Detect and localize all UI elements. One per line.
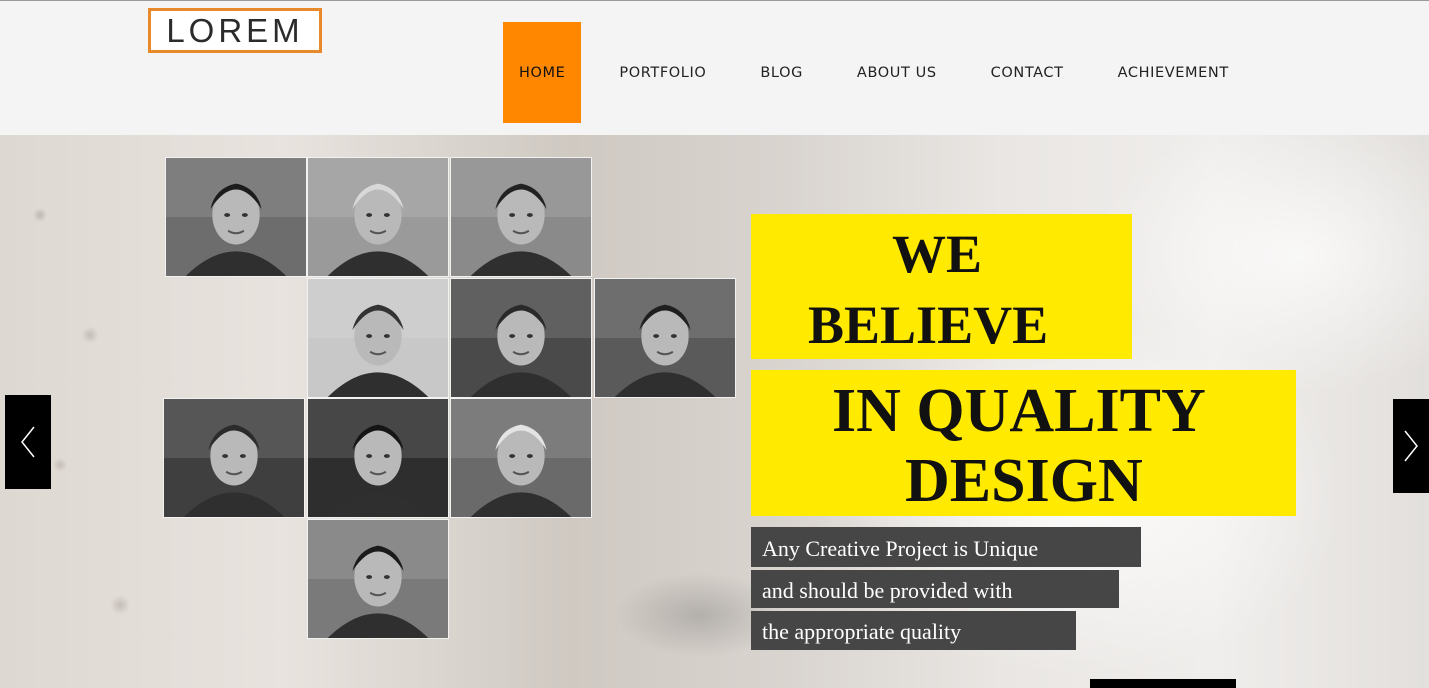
slider-prev-button[interactable] <box>5 395 51 489</box>
portrait-image <box>451 158 591 276</box>
subtext-line-1: Any Creative Project is Unique <box>762 536 1039 561</box>
portrait-image <box>308 520 448 638</box>
team-photo <box>307 519 449 639</box>
headline-line-4: DESIGN <box>905 447 1143 515</box>
nav-portfolio[interactable]: PORTFOLIO <box>603 22 722 123</box>
subtext-line-3: the appropriate quality <box>762 619 962 644</box>
team-photo <box>307 157 449 277</box>
team-photo <box>594 278 736 398</box>
logo-text: LOREM <box>166 11 304 49</box>
portrait-image <box>308 399 448 517</box>
portrait-image <box>595 279 735 397</box>
portrait-image <box>308 279 448 397</box>
slider-next-button[interactable] <box>1393 399 1429 493</box>
portrait-image <box>451 279 591 397</box>
team-photo <box>307 278 449 398</box>
headline-line-1: WE <box>892 224 983 284</box>
portrait-image <box>451 399 591 517</box>
site-header: LOREM HOME PORTFOLIO BLOG ABOUT US CONTA… <box>0 0 1429 135</box>
logo[interactable]: LOREM <box>148 8 322 53</box>
chevron-right-icon <box>1404 430 1418 462</box>
nav-about-us[interactable]: ABOUT US <box>841 22 953 123</box>
team-photo <box>450 398 592 518</box>
nav-achievement[interactable]: ACHIEVEMENT <box>1102 22 1245 123</box>
team-photo <box>450 278 592 398</box>
team-photo <box>450 157 592 277</box>
portrait-image <box>166 158 306 276</box>
portrait-image <box>308 158 448 276</box>
nav-home[interactable]: HOME <box>503 22 582 123</box>
team-photo <box>165 157 307 277</box>
headline-line-3: IN QUALITY <box>832 377 1206 445</box>
slider-caption-bar <box>1090 679 1236 688</box>
nav-contact[interactable]: CONTACT <box>975 22 1080 123</box>
chevron-left-icon <box>21 426 35 458</box>
subtext-line-2: and should be provided with <box>762 578 1013 603</box>
headline-line-2: BELIEVE <box>808 295 1049 355</box>
nav-blog[interactable]: BLOG <box>744 22 819 123</box>
portrait-image <box>164 399 304 517</box>
main-nav: HOME PORTFOLIO BLOG ABOUT US CONTACT ACH… <box>503 22 1245 123</box>
hero-slider: WE BELIEVE IN QUALITY DESIGN Any Creativ… <box>0 135 1429 688</box>
team-photo <box>307 398 449 518</box>
team-photo <box>163 398 305 518</box>
